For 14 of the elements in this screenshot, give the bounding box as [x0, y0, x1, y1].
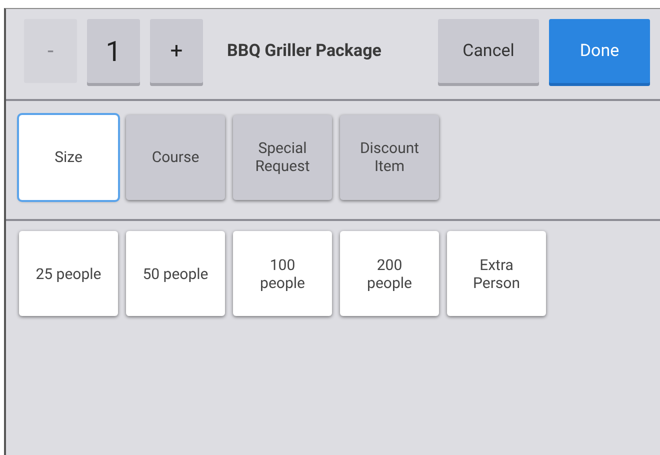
- option-button[interactable]: 25 people: [19, 231, 118, 316]
- cancel-button[interactable]: Cancel: [438, 19, 539, 83]
- option-button[interactable]: Extra Person: [447, 231, 546, 316]
- quantity-display: 1: [87, 19, 140, 83]
- increment-button[interactable]: +: [150, 19, 203, 83]
- done-button[interactable]: Done: [549, 19, 650, 83]
- item-title: BBQ Griller Package: [227, 41, 382, 61]
- option-button[interactable]: 50 people: [126, 231, 225, 316]
- category-tab[interactable]: Course: [126, 114, 225, 200]
- category-tab[interactable]: Special Request: [233, 114, 332, 200]
- option-button[interactable]: 200 people: [340, 231, 439, 316]
- category-tab[interactable]: Discount Item: [340, 114, 439, 200]
- category-tab[interactable]: Size: [19, 114, 118, 200]
- option-button[interactable]: 100 people: [233, 231, 332, 316]
